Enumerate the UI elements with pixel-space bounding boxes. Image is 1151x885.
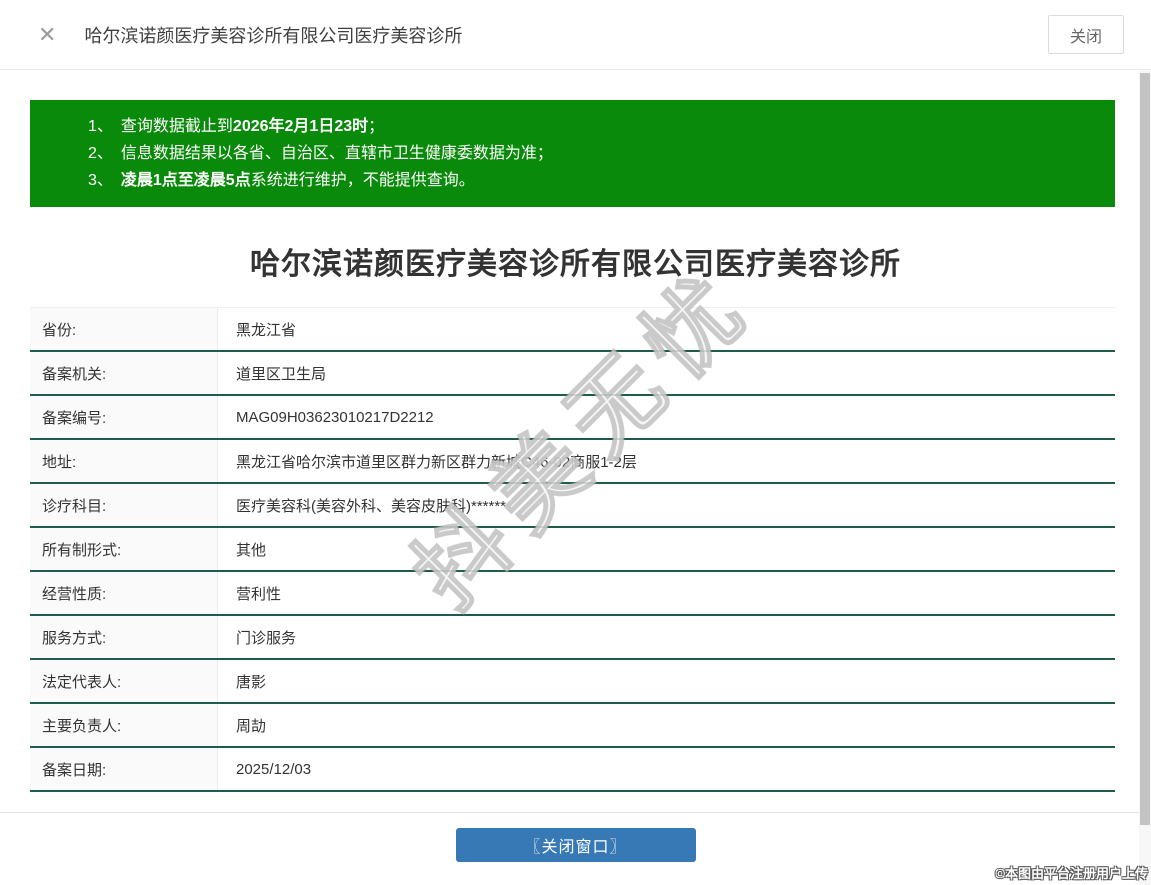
field-value: 唐影 [236, 673, 267, 691]
notice-item-bold: 凌晨1点至凌晨5点 [120, 172, 251, 189]
field-label: 省份: [30, 308, 218, 350]
notice-item-text: 系统进行维护，不能提供查询。 [250, 172, 475, 189]
table-row-departments: 诊疗科目: 医疗美容科(美容外科、美容皮肤科)****** [30, 484, 1115, 528]
notice-item: 1、 查询数据截止到2026年2月1日23时； [88, 113, 1095, 140]
close-button[interactable]: 关闭 [1048, 15, 1124, 54]
field-value: 医疗美容科(美容外科、美容皮肤科)****** [236, 497, 507, 515]
field-value: 2025/12/03 [236, 760, 312, 778]
field-label: 法定代表人: [30, 660, 218, 702]
scrollbar-track[interactable] [1139, 71, 1151, 885]
field-label: 备案日期: [30, 748, 218, 790]
field-label: 经营性质: [30, 572, 218, 614]
table-row-filing-date: 备案日期: 2025/12/03 [30, 748, 1115, 792]
field-label: 备案编号: [30, 396, 218, 438]
field-value: MAG09H03623010217D2212 [236, 408, 434, 426]
scrollbar-thumb[interactable] [1140, 73, 1150, 825]
field-value: 黑龙江省 [236, 321, 297, 339]
info-table: 省份: 黑龙江省 备案机关: 道里区卫生局 备案编号: MAG09H036230… [30, 307, 1115, 792]
field-value: 道里区卫生局 [236, 365, 327, 383]
notice-item-number: 3、 [88, 172, 113, 189]
window-header: ✕ 哈尔滨诺颜医疗美容诊所有限公司医疗美容诊所 关闭 [0, 0, 1151, 70]
field-value: 门诊服务 [236, 629, 297, 647]
table-row-address: 地址: 黑龙江省哈尔滨市道里区群力新区群力新城C46-02商服1-2层 [30, 440, 1115, 484]
field-value: 其他 [236, 541, 267, 559]
notice-item-bold: 2026年2月1日23时 [232, 118, 369, 135]
table-row-service-mode: 服务方式: 门诊服务 [30, 616, 1115, 660]
notice-item-number: 1、 [88, 118, 113, 135]
field-label: 地址: [30, 440, 218, 482]
notice-item-text: 信息数据结果以各省、自治区、直辖市卫生健康委数据为准； [120, 145, 553, 162]
notice-box: 1、 查询数据截止到2026年2月1日23时； 2、 信息数据结果以各省、自治区、直… [30, 100, 1115, 207]
footer-bar: 〖关闭窗口〗 [0, 812, 1151, 862]
table-row-filing-authority: 备案机关: 道里区卫生局 [30, 352, 1115, 396]
notice-item-text: ； [368, 118, 385, 135]
field-label: 主要负责人: [30, 704, 218, 746]
table-row-legal-representative: 法定代表人: 唐影 [30, 660, 1115, 704]
table-row-filing-number: 备案编号: MAG09H03623010217D2212 [30, 396, 1115, 440]
notice-item: 3、 凌晨1点至凌晨5点系统进行维护，不能提供查询。 [88, 167, 1095, 194]
table-row-ownership: 所有制形式: 其他 [30, 528, 1115, 572]
table-row-principal: 主要负责人: 周劼 [30, 704, 1115, 748]
field-label: 备案机关: [30, 352, 218, 394]
field-value: 黑龙江省哈尔滨市道里区群力新区群力新城C46-02商服1-2层 [236, 453, 637, 471]
field-label: 服务方式: [30, 616, 218, 658]
table-row-business-nature: 经营性质: 营利性 [30, 572, 1115, 616]
notice-item-text: 查询数据截止到 [120, 118, 233, 135]
table-row-province: 省份: 黑龙江省 [30, 308, 1115, 352]
notice-item-number: 2、 [88, 145, 113, 162]
window-title: 哈尔滨诺颜医疗美容诊所有限公司医疗美容诊所 [84, 25, 463, 46]
close-window-button[interactable]: 〖关闭窗口〗 [455, 828, 696, 862]
field-label: 诊疗科目: [30, 484, 218, 526]
notice-item: 2、 信息数据结果以各省、自治区、直辖市卫生健康委数据为准； [88, 140, 1095, 167]
field-value: 营利性 [236, 585, 282, 603]
field-label: 所有制形式: [30, 528, 218, 570]
close-x-icon[interactable]: ✕ [38, 23, 56, 46]
page-title: 哈尔滨诺颜医疗美容诊所有限公司医疗美容诊所 [250, 248, 901, 281]
upload-attribution-watermark: ©本图由平台注册用户上传 [995, 866, 1148, 881]
record-detail-window: ✕ 哈尔滨诺颜医疗美容诊所有限公司医疗美容诊所 关闭 1、 查询数据截止到2026… [0, 0, 1151, 885]
field-value: 周劼 [236, 717, 267, 735]
